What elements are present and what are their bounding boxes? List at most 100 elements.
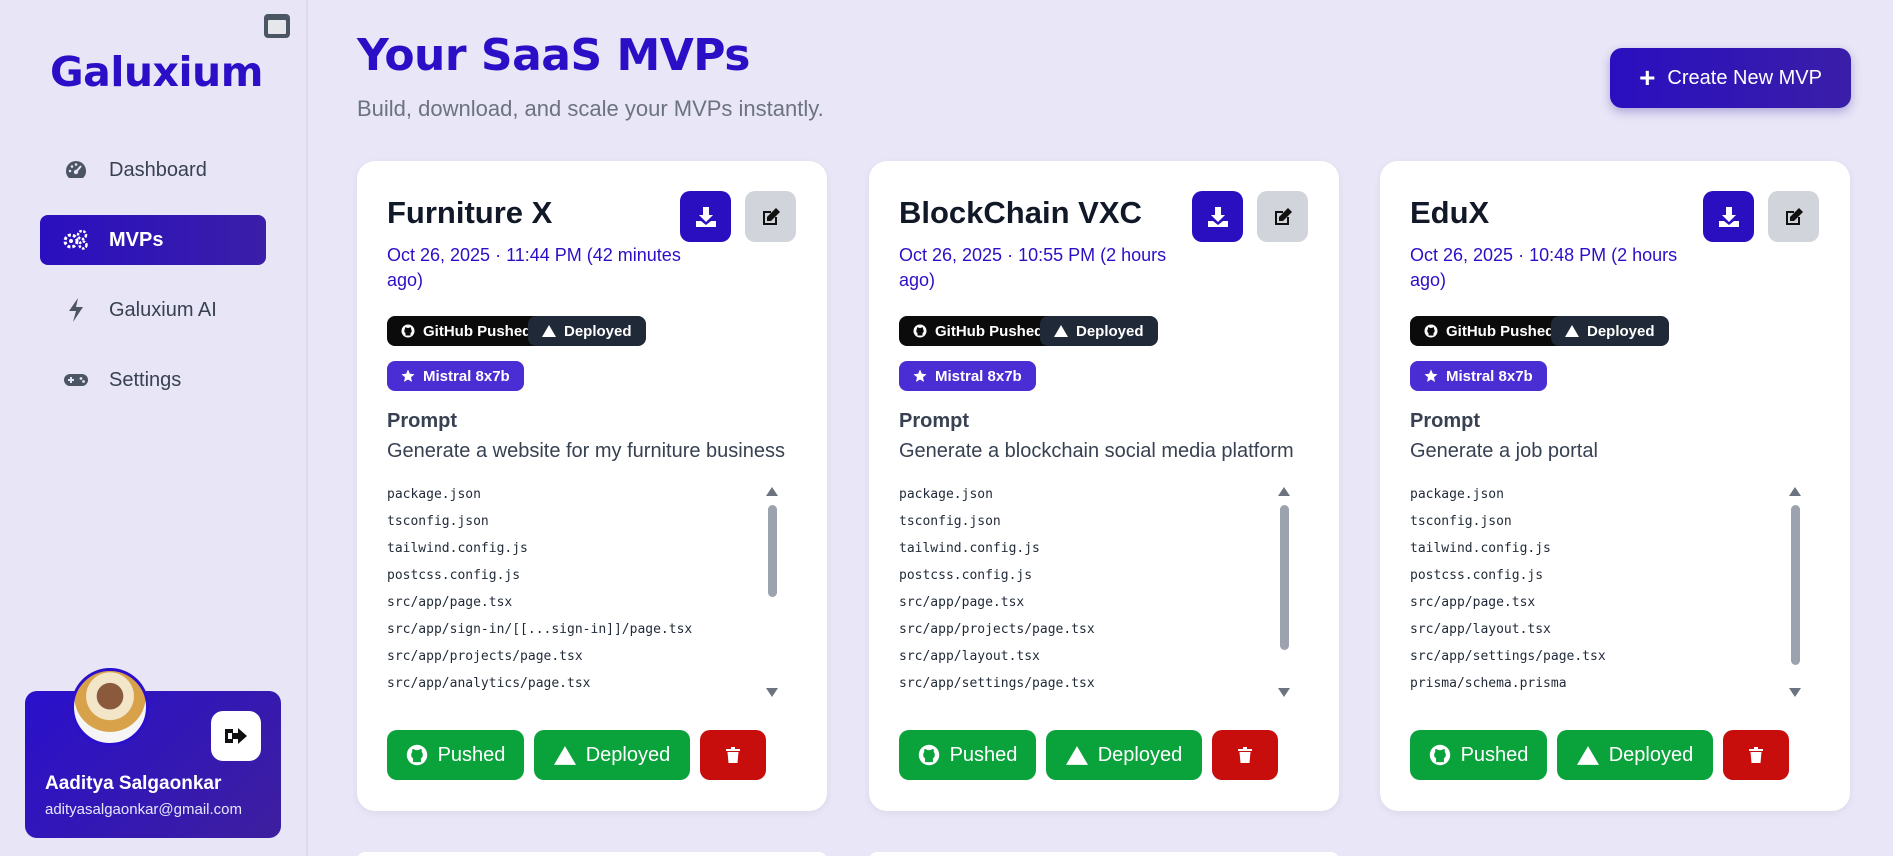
sidebar-nav: Dashboard MVPs Galuxium AI Settings (40, 145, 266, 425)
file-item: postcss.config.js (899, 568, 1033, 583)
sidebar-item-label: Galuxium AI (109, 298, 217, 321)
edit-button[interactable] (1257, 191, 1308, 242)
file-item: src/app/layout.tsx (1410, 622, 1551, 637)
pushed-button[interactable]: Pushed (1410, 730, 1547, 780)
create-new-mvp-button[interactable]: + Create New MVP (1610, 48, 1851, 108)
file-list[interactable]: package.json tsconfig.json tailwind.config… (899, 481, 1319, 701)
sidebar-item-label: MVPs (109, 228, 164, 251)
next-row-card-edge (357, 852, 827, 856)
github-icon (1424, 324, 1438, 338)
file-item: src/app/settings/page.tsx (1410, 649, 1606, 664)
scroll-down-arrow-icon[interactable] (766, 688, 778, 697)
mvp-title: BlockChain VXC (899, 195, 1142, 230)
file-list-scrollbar[interactable] (766, 487, 778, 697)
file-item: src/app/projects/page.tsx (387, 649, 583, 664)
github-icon (1429, 744, 1451, 766)
edit-icon (1785, 207, 1803, 225)
edit-icon (1274, 207, 1292, 225)
pushed-button[interactable]: Pushed (387, 730, 524, 780)
sidebar-item-galuxium-ai[interactable]: Galuxium AI (40, 285, 266, 335)
deployed-badge: Deployed (528, 316, 646, 346)
file-item: src/app/sign-in/[[...sign-in]]/page.tsx (387, 622, 693, 637)
delete-button[interactable] (1723, 730, 1789, 780)
model-badge: Mistral 8x7b (387, 361, 524, 391)
download-button[interactable] (1703, 191, 1754, 242)
file-list[interactable]: package.json tsconfig.json tailwind.config… (1410, 481, 1830, 701)
deployed-button[interactable]: Deployed (1046, 730, 1202, 780)
logout-button[interactable] (211, 711, 261, 761)
mvp-date: Oct 26, 2025 · 11:44 PM (42 minutes ago) (387, 245, 681, 290)
file-list-scrollbar[interactable] (1789, 487, 1801, 697)
bolt-icon (63, 297, 89, 323)
logout-icon (225, 728, 247, 744)
scroll-thumb[interactable] (1280, 505, 1289, 650)
scroll-up-arrow-icon[interactable] (1789, 487, 1801, 496)
edit-icon (762, 207, 780, 225)
model-badge: Mistral 8x7b (899, 361, 1036, 391)
prompt-label: Prompt (1410, 410, 1480, 432)
triangle-icon (1565, 325, 1579, 337)
mvp-card: EduX Oct 26, 2025 · 10:48 PM (2 hours ag… (1380, 161, 1850, 811)
user-email: adityasalgaonkar@gmail.com (45, 801, 242, 818)
sidebar-item-settings[interactable]: Settings (40, 355, 266, 405)
mvp-date: Oct 26, 2025 · 10:48 PM (2 hours ago) (1410, 245, 1678, 290)
sidebar-item-dashboard[interactable]: Dashboard (40, 145, 266, 195)
file-item: package.json (899, 487, 993, 502)
file-item: tailwind.config.js (387, 541, 528, 556)
gamepad-icon (63, 367, 89, 393)
download-icon (1718, 206, 1739, 227)
star-icon (1424, 369, 1438, 383)
pushed-button[interactable]: Pushed (899, 730, 1036, 780)
deployed-badge: Deployed (1551, 316, 1669, 346)
star-icon (913, 369, 927, 383)
avatar[interactable] (71, 668, 149, 746)
deployed-button[interactable]: Deployed (534, 730, 690, 780)
prompt-text: Generate a website for my furniture busi… (387, 440, 785, 462)
github-icon (913, 324, 927, 338)
delete-button[interactable] (1212, 730, 1278, 780)
sidebar: Galuxium Dashboard MVPs Galuxium AI Sett… (0, 0, 308, 856)
file-item: prisma/schema.prisma (1410, 676, 1567, 691)
sidebar-collapse-icon[interactable] (264, 14, 290, 38)
scroll-thumb[interactable] (1791, 505, 1800, 665)
file-item: tsconfig.json (1410, 514, 1512, 529)
github-icon (406, 744, 428, 766)
github-pushed-badge: GitHub Pushed (899, 316, 1058, 346)
trash-icon (726, 747, 740, 763)
file-item: tailwind.config.js (899, 541, 1040, 556)
scroll-down-arrow-icon[interactable] (1278, 688, 1290, 697)
app-logo[interactable]: Galuxium (50, 48, 263, 96)
triangle-icon (1065, 745, 1088, 765)
github-pushed-badge: GitHub Pushed (1410, 316, 1569, 346)
scroll-down-arrow-icon[interactable] (1789, 688, 1801, 697)
prompt-text: Generate a job portal (1410, 440, 1598, 462)
file-item: package.json (1410, 487, 1504, 502)
prompt-text: Generate a blockchain social media platf… (899, 440, 1294, 462)
deployed-button[interactable]: Deployed (1557, 730, 1713, 780)
edit-button[interactable] (745, 191, 796, 242)
prompt-label: Prompt (387, 410, 457, 432)
triangle-icon (553, 745, 576, 765)
gears-icon (63, 227, 89, 253)
user-name: Aaditya Salgaonkar (45, 773, 222, 794)
file-item: src/app/page.tsx (387, 595, 513, 610)
page-title: Your SaaS MVPs (357, 30, 750, 81)
file-list[interactable]: package.json tsconfig.json tailwind.config… (387, 481, 807, 701)
prompt-label: Prompt (899, 410, 969, 432)
download-button[interactable] (1192, 191, 1243, 242)
edit-button[interactable] (1768, 191, 1819, 242)
file-item: postcss.config.js (387, 568, 521, 583)
plus-icon: + (1639, 62, 1656, 93)
file-list-scrollbar[interactable] (1278, 487, 1290, 697)
scroll-up-arrow-icon[interactable] (1278, 487, 1290, 496)
file-item: src/app/layout.tsx (899, 649, 1040, 664)
mvp-card: Furniture X Oct 26, 2025 · 11:44 PM (42 … (357, 161, 827, 811)
file-item: tsconfig.json (387, 514, 489, 529)
sidebar-item-mvps[interactable]: MVPs (40, 215, 266, 265)
download-button[interactable] (680, 191, 731, 242)
delete-button[interactable] (700, 730, 766, 780)
file-item: src/app/projects/page.tsx (899, 622, 1095, 637)
scroll-up-arrow-icon[interactable] (766, 487, 778, 496)
scroll-thumb[interactable] (768, 505, 777, 597)
gauge-icon (63, 157, 89, 183)
